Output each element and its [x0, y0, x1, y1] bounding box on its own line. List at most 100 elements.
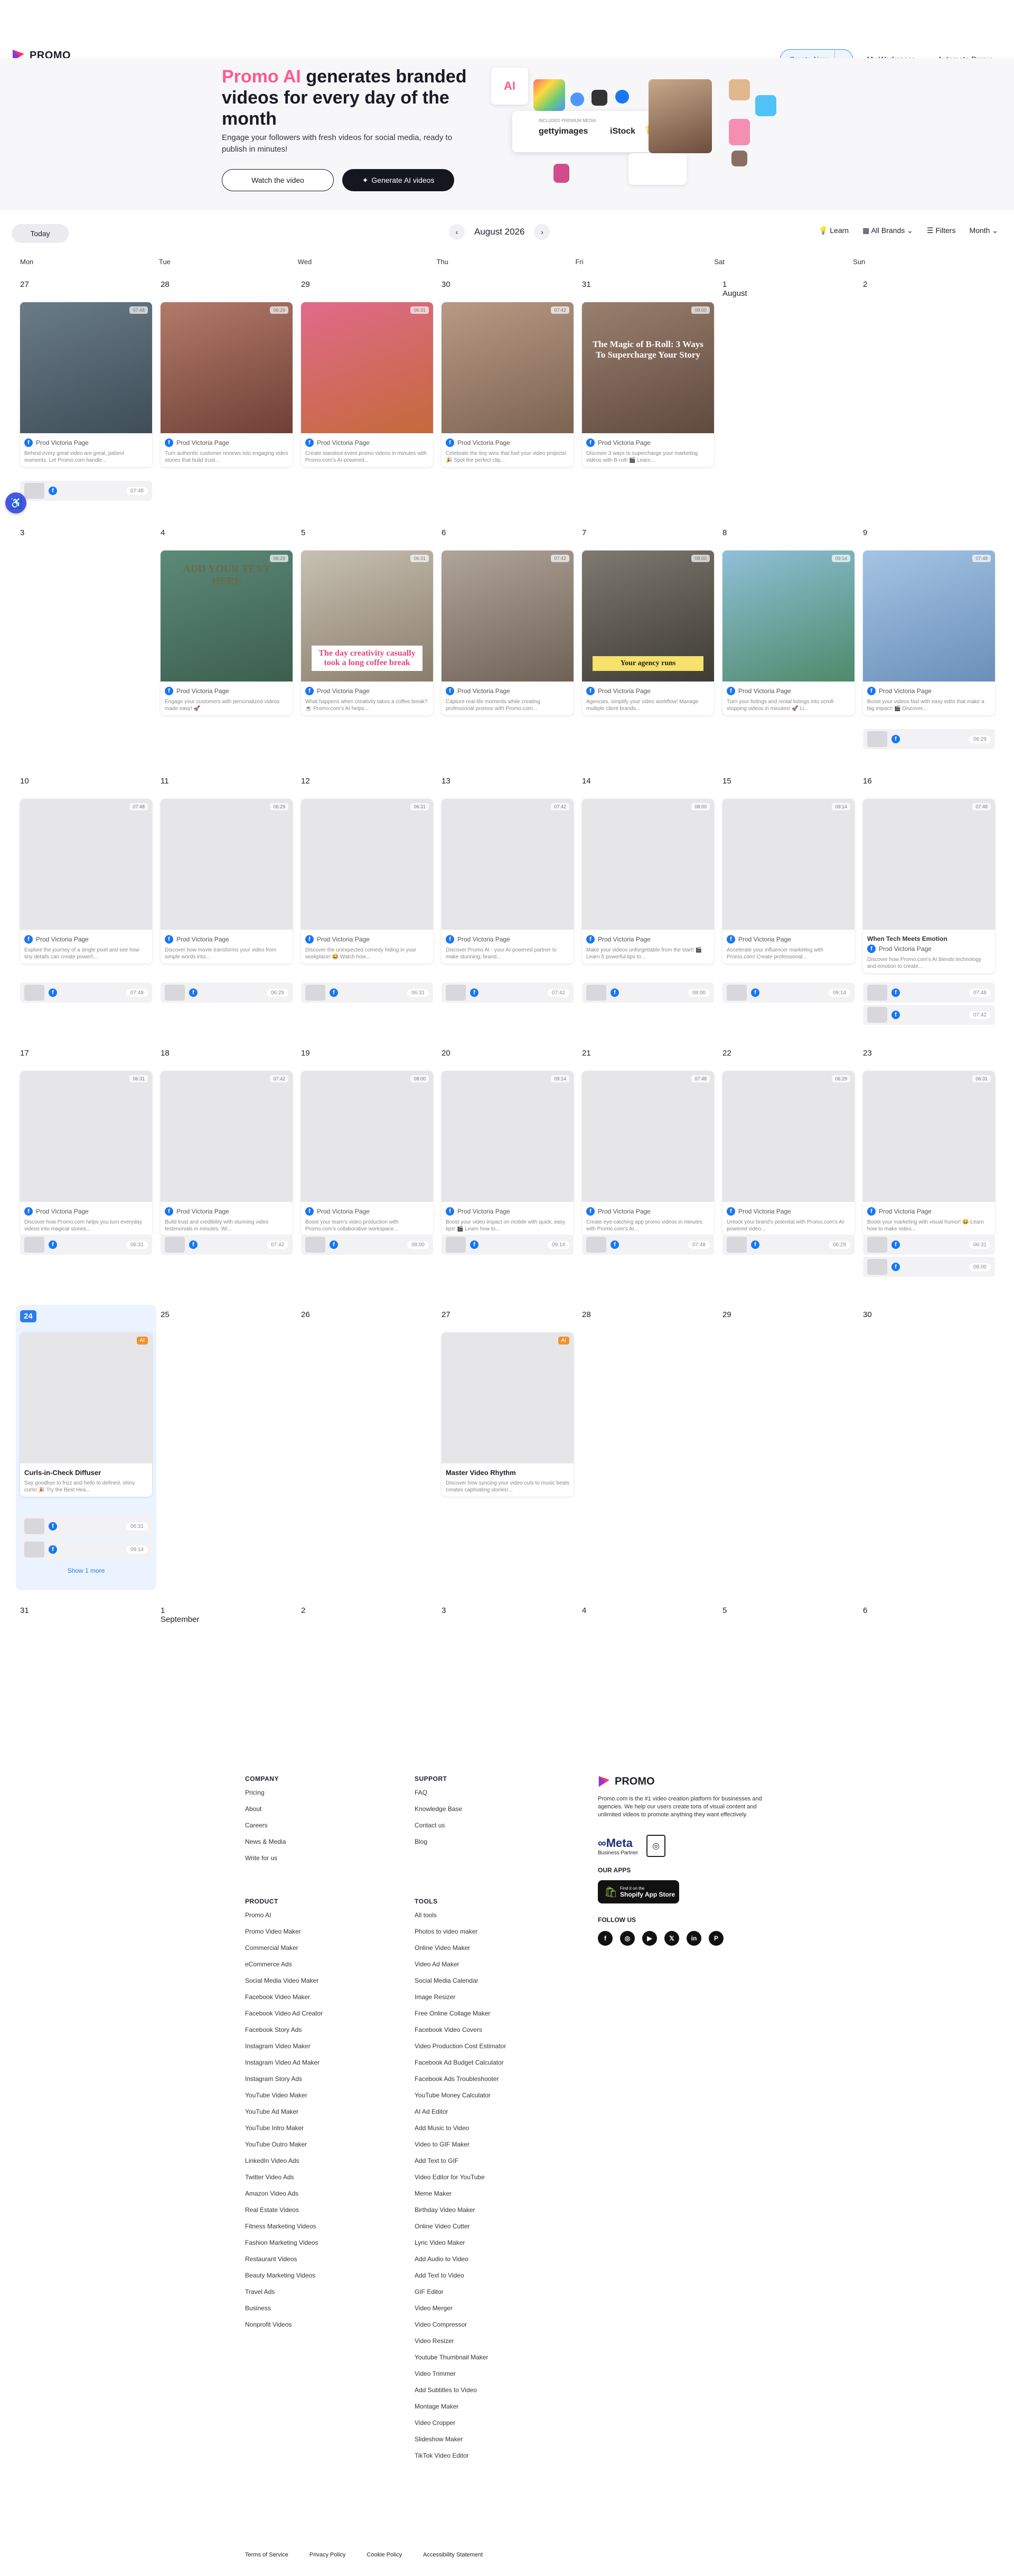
footer-link[interactable]: Birthday Video Maker	[415, 2206, 506, 2214]
post-thumbnail[interactable]: 07:48	[582, 1071, 714, 1202]
prev-month-icon[interactable]: ‹	[449, 224, 465, 240]
post-thumbnail[interactable]: 06:29	[161, 302, 293, 433]
footer-link[interactable]: Video Trimmer	[415, 2370, 506, 2377]
instagram-icon[interactable]: ◎	[620, 1931, 635, 1946]
post-card[interactable]: 07:42 f Prod Victoria Page Discover Promo A…	[442, 799, 574, 964]
scheduled-post-row[interactable]: f 07:48	[863, 983, 995, 1003]
post-card[interactable]: 07:48 When Tech Meets Emotion f Prod Victor…	[863, 799, 995, 973]
scheduled-post-row[interactable]: f 06:29	[722, 1235, 855, 1255]
footer-link[interactable]: YouTube Ad Maker	[245, 2108, 323, 2115]
post-thumbnail[interactable]: 08:00	[582, 799, 714, 930]
footer-link[interactable]: Facebook Video Maker	[245, 1993, 323, 2001]
x-twitter-icon[interactable]: 𝕏	[664, 1931, 679, 1946]
post-card[interactable]: 08:00 f Prod Victoria Page Make your videos…	[582, 799, 714, 964]
footer-link[interactable]: Facebook Ad Budget Calculator	[415, 2059, 506, 2066]
footer-link[interactable]: YouTube Money Calculator	[415, 2092, 506, 2099]
footer-link[interactable]: Knowledge Base	[415, 1805, 462, 1813]
post-thumbnail[interactable]: 09:14	[722, 550, 855, 682]
footer-link[interactable]: Free Online Collage Maker	[415, 2010, 506, 2017]
footer-link[interactable]: Add Text to GIF	[415, 2157, 506, 2164]
footer-link[interactable]: Video Editor for YouTube	[415, 2173, 506, 2181]
post-thumbnail[interactable]: 09:14	[722, 799, 855, 930]
post-card[interactable]: 09:14 f Prod Victoria Page Accelerate your …	[722, 799, 855, 964]
footer-link[interactable]: Contact us	[415, 1822, 462, 1829]
footer-link[interactable]: About	[245, 1805, 286, 1813]
footer-link[interactable]: Facebook Video Ad Creator	[245, 2010, 323, 2017]
scheduled-post-row[interactable]: f 06:29	[161, 983, 293, 1003]
footer-link[interactable]: Social Media Video Maker	[245, 1977, 323, 1984]
post-thumbnail[interactable]: 06:29	[161, 799, 293, 930]
footer-link[interactable]: Slideshow Maker	[415, 2435, 506, 2443]
post-card[interactable]: 06:29 f Prod Victoria Page Discover how mov…	[161, 799, 293, 964]
post-card[interactable]: 07:42 f Prod Victoria Page Celebrate the ti…	[442, 302, 574, 467]
post-thumbnail[interactable]: AI	[442, 1332, 574, 1463]
generate-ai-videos-button[interactable]: ✦ Generate AI videos	[342, 169, 454, 191]
footer-logo[interactable]: PROMO	[598, 1775, 767, 1788]
scheduled-post-row[interactable]: f 07:48	[20, 983, 152, 1003]
post-card[interactable]: 08:00 Your agency runs f Prod Victoria Page…	[582, 550, 714, 715]
scheduled-post-row[interactable]: f 08:00	[863, 1257, 995, 1277]
footer-link[interactable]: LinkedIn Video Ads	[245, 2157, 323, 2164]
footer-link[interactable]: Blog	[415, 1838, 462, 1845]
post-card[interactable]: 07:48 f Prod Victoria Page Explore the jour…	[20, 799, 152, 964]
post-card[interactable]: 06:29 f Prod Victoria Page Turn authentic c…	[161, 302, 293, 467]
footer-link[interactable]: Restaurant Videos	[245, 2255, 323, 2263]
post-card[interactable]: 09:14 f Prod Victoria Page Turn your listin…	[722, 550, 855, 715]
footer-link[interactable]: Instagram Video Ad Maker	[245, 2059, 323, 2066]
post-thumbnail[interactable]: 06:31	[301, 799, 433, 930]
footer-link[interactable]: Social Media Calendar	[415, 1977, 506, 1984]
post-card[interactable]: 09:14 f Prod Victoria Page Boost your video…	[442, 1071, 574, 1236]
scheduled-post-row[interactable]: f 06:31	[20, 1235, 152, 1255]
footer-link[interactable]: Careers	[245, 1822, 286, 1829]
post-thumbnail[interactable]: 07:42	[442, 799, 574, 930]
learn-button[interactable]: 💡 Learn	[819, 226, 849, 235]
post-card[interactable]: AI Curls-in-Check Diffuser Say goodbye to …	[20, 1332, 152, 1497]
post-card[interactable]: 08:00 f Prod Victoria Page Boost your team'…	[301, 1071, 433, 1236]
pinterest-icon[interactable]: P	[709, 1931, 724, 1946]
footer-link[interactable]: Video Cropper	[415, 2419, 506, 2426]
footer-link[interactable]: Video Merger	[415, 2304, 506, 2312]
footer-link[interactable]: Online Video Maker	[415, 1944, 506, 1952]
scheduled-post-row[interactable]: f 07:42	[161, 1235, 293, 1255]
post-card[interactable]: 06:31 f Prod Victoria Page Create standout …	[301, 302, 433, 467]
post-card[interactable]: 07:42 f Prod Victoria Page Build trust and …	[161, 1071, 293, 1236]
post-thumbnail[interactable]: 08:00 Your agency runs	[582, 550, 714, 682]
footer-link[interactable]: GIF Editor	[415, 2288, 506, 2295]
footer-link[interactable]: Montage Maker	[415, 2403, 506, 2410]
footer-link[interactable]: Promo Video Maker	[245, 1928, 323, 1935]
post-card[interactable]: 06:31 The day creativity casually took a …	[301, 550, 433, 715]
footer-link[interactable]: Business	[245, 2304, 323, 2312]
footer-link[interactable]: YouTube Intro Maker	[245, 2124, 323, 2132]
post-card[interactable]: 07:48 f Prod Victoria Page Behind every gre…	[20, 302, 152, 467]
scheduled-post-row[interactable]: f 08:00	[582, 983, 714, 1003]
footer-link[interactable]: Image Resizer	[415, 1993, 506, 2001]
post-thumbnail[interactable]: 06:31	[301, 302, 433, 433]
scheduled-post-row[interactable]: f 07:42	[442, 983, 574, 1003]
footer-link[interactable]: Video Production Cost Estimator	[415, 2042, 506, 2050]
post-card[interactable]: AI Master Video Rhythm Discover how syncin…	[442, 1332, 574, 1497]
footer-link[interactable]: Add Text to Video	[415, 2272, 506, 2279]
post-thumbnail[interactable]: 09:14	[442, 1071, 574, 1202]
scheduled-post-row[interactable]: f 09:14	[722, 983, 855, 1003]
scheduled-post-row[interactable]: f 07:42	[863, 1005, 995, 1025]
footer-link[interactable]: Add Audio to Video	[415, 2255, 506, 2263]
post-thumbnail[interactable]: 06:31 The day creativity casually took a …	[301, 550, 433, 682]
footer-link[interactable]: Pricing	[245, 1789, 286, 1796]
post-thumbnail[interactable]: 06:31	[20, 1071, 152, 1202]
footer-link[interactable]: Fashion Marketing Videos	[245, 2239, 323, 2246]
footer-link[interactable]: YouTube Video Maker	[245, 2092, 323, 2099]
post-card[interactable]: 08:00 The Magic of B-Roll: 3 Ways To Supe…	[582, 302, 714, 467]
scheduled-post-row[interactable]: f 08:00	[301, 1235, 433, 1255]
post-thumbnail[interactable]: 07:42	[442, 302, 574, 433]
footer-link[interactable]: Fitness Marketing Videos	[245, 2223, 323, 2230]
footer-link[interactable]: Video Resizer	[415, 2337, 506, 2345]
accessibility-icon[interactable]: ♿	[5, 492, 26, 514]
post-thumbnail[interactable]: 07:42	[161, 1071, 293, 1202]
post-thumbnail[interactable]: 07:42	[442, 550, 574, 682]
privacy-link[interactable]: Privacy Policy	[309, 2552, 345, 2558]
footer-link[interactable]: Commercial Maker	[245, 1944, 323, 1952]
footer-link[interactable]: Nonprofit Videos	[245, 2321, 323, 2328]
show-more-link[interactable]: Show 1 more	[20, 1567, 152, 1574]
post-thumbnail[interactable]: 07:48	[20, 799, 152, 930]
scheduled-post-row[interactable]: f 06:29	[863, 729, 995, 749]
